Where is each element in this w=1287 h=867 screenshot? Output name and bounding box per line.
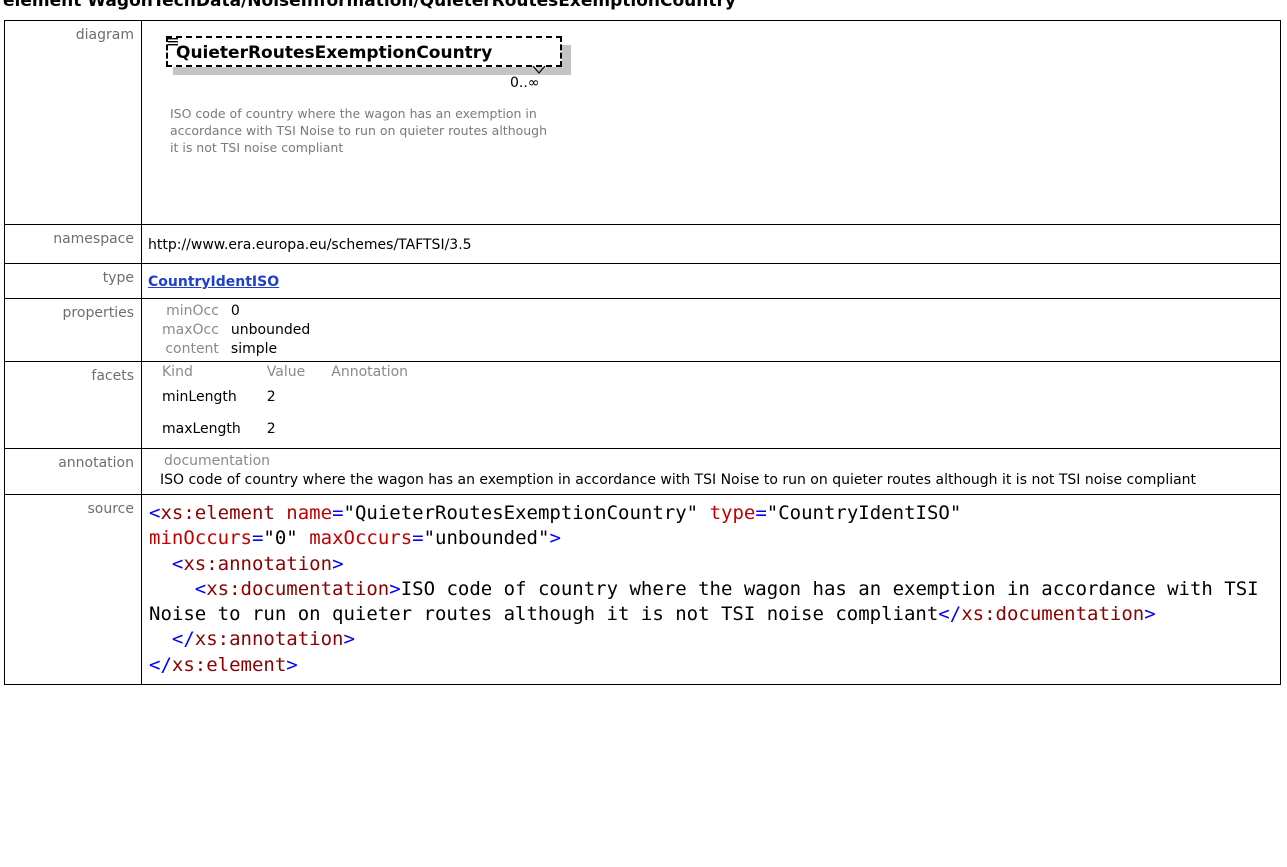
xml-attr-value: "unbounded" [423,527,550,550]
property-value: 0 [230,303,240,319]
xml-attr-value: "0" [263,527,298,550]
element-diagram: QuieterRoutesExemptionCountry 0..∞ ISO c… [148,21,1274,224]
facet-annotation [331,413,434,445]
cardinality-label: 0..∞ [510,75,540,91]
label-facets: facets [4,361,142,449]
facets-table: Kind Value Annotation minLength 2 maxLen… [162,363,434,445]
facets-header-row: Kind Value Annotation [162,363,434,381]
properties-cell: minOcc 0 maxOcc unbounded content simple [141,298,1281,362]
properties-table: minOcc 0 maxOcc unbounded content simple [162,302,324,359]
row-type: type CountryIdentISO [4,263,1281,299]
xml-attr: type [709,502,756,524]
label-source: source [4,493,142,686]
facets-header-annotation: Annotation [331,364,409,380]
row-namespace: namespace http://www.era.europa.eu/schem… [4,224,1281,264]
xml-tag: xs:annotation [183,552,333,575]
xml-attr: minOccurs [149,527,252,550]
facet-kind: maxLength [162,421,241,437]
row-facets: facets Kind Value Annotation minLength 2… [4,361,1281,449]
property-key: content [165,341,219,357]
property-row: maxOcc unbounded [162,321,324,340]
label-annotation: annotation [4,448,142,495]
facet-row: maxLength 2 [162,413,434,445]
facet-value: 2 [266,389,276,405]
xml-attr: maxOccurs [309,527,413,550]
xml-attr-value: "CountryIdentISO" [766,502,962,524]
facet-kind: minLength [162,389,237,405]
facet-annotation [331,381,434,413]
annotation-cell: documentation ISO code of country where … [141,448,1281,495]
label-namespace: namespace [4,224,142,264]
row-diagram: diagram QuieterRoutesExemptionCountry 0.… [4,20,1281,225]
xml-tag: xs:documentation [206,577,390,600]
source-cell: <xs:element name="QuieterRoutesExemption… [141,493,1281,686]
property-row: content simple [162,340,324,359]
row-source: source <xs:element name="QuieterRoutesEx… [4,493,1281,686]
xml-attr: name [286,502,333,524]
facets-header-kind: Kind [162,364,193,380]
property-value: unbounded [230,322,311,338]
namespace-value: http://www.era.europa.eu/schemes/TAFTSI/… [148,237,472,253]
source-code: <xs:element name="QuieterRoutesExemption… [149,502,1271,676]
label-type: type [4,263,142,299]
xml-tag: xs:element [160,502,275,524]
annotation-text: ISO code of country where the wagon has … [160,472,1197,488]
annotation-heading: documentation [164,453,271,469]
label-diagram: diagram [4,20,142,225]
facets-cell: Kind Value Annotation minLength 2 maxLen… [141,361,1281,449]
namespace-cell: http://www.era.europa.eu/schemes/TAFTSI/… [141,224,1281,264]
type-link[interactable]: CountryIdentISO [148,264,279,298]
row-properties: properties minOcc 0 maxOcc unbounded con… [4,298,1281,362]
xml-tag: xs:annotation [194,628,344,651]
expand-chevron-icon [532,65,546,74]
facet-value: 2 [266,421,276,437]
xml-tag: xs:element [171,653,287,676]
row-annotation: annotation documentation ISO code of cou… [4,448,1281,495]
property-key: maxOcc [162,322,219,338]
diagram-documentation: ISO code of country where the wagon has … [170,106,548,155]
type-cell: CountryIdentISO [141,263,1281,299]
facet-row: minLength 2 [162,381,434,413]
label-properties: properties [4,298,142,362]
facets-header-value: Value [266,364,306,380]
xml-tag: xs:documentation [961,603,1145,626]
property-key: minOcc [166,303,219,319]
page-heading: element WagonTechData/NoiseInformation/Q… [3,0,736,11]
xml-attr-value: "QuieterRoutesExemptionCountry" [343,502,699,524]
element-node-name[interactable]: QuieterRoutesExemptionCountry [176,43,492,63]
property-row: minOcc 0 [162,302,324,321]
diagram-cell: QuieterRoutesExemptionCountry 0..∞ ISO c… [141,20,1281,225]
property-value: simple [230,341,278,357]
element-detail-table: diagram QuieterRoutesExemptionCountry 0.… [4,20,1281,686]
